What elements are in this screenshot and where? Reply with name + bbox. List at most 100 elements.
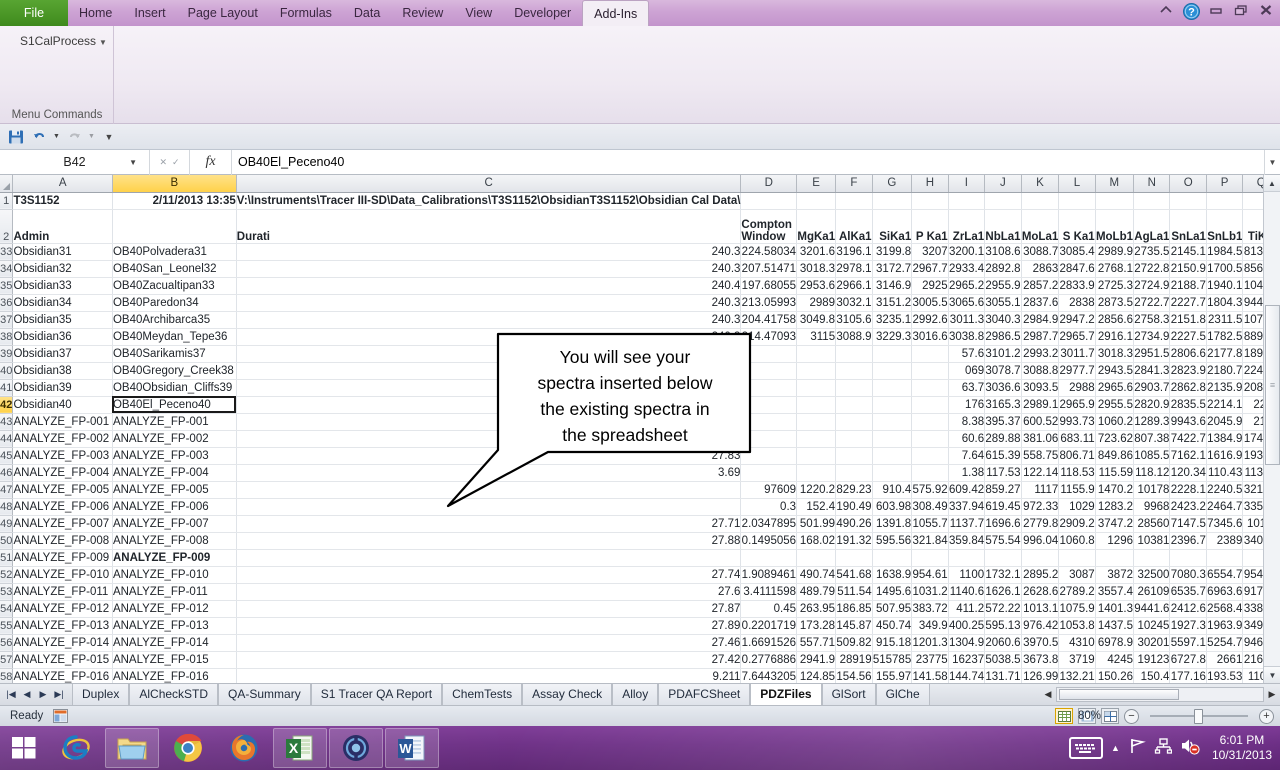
cell-M39[interactable]: 3018.3	[1095, 345, 1133, 362]
cell-P44[interactable]: 1384.9	[1206, 430, 1242, 447]
cell-A37[interactable]: Obsidian35	[13, 311, 112, 328]
cell-F50[interactable]: 191.32	[836, 532, 873, 549]
cell-D35[interactable]: 197.68055	[741, 277, 797, 294]
row-header-36[interactable]: 36	[0, 294, 13, 311]
cell-G46[interactable]	[872, 464, 912, 481]
cell-E55[interactable]: 173.28	[797, 617, 836, 634]
cell-E50[interactable]: 168.02	[797, 532, 836, 549]
cell-H38[interactable]: 3016.6	[912, 328, 948, 345]
cell-I55[interactable]: 400.25	[948, 617, 984, 634]
cell-E57[interactable]: 2941.9	[797, 651, 836, 668]
cell-H1[interactable]	[912, 192, 948, 209]
row-header-1[interactable]: 1	[0, 192, 13, 209]
cell-M48[interactable]: 1283.2	[1095, 498, 1133, 515]
cell-N37[interactable]: 2758.3	[1134, 311, 1170, 328]
cell-M55[interactable]: 1437.5	[1095, 617, 1133, 634]
cell-K55[interactable]: 976.42	[1021, 617, 1059, 634]
sheet-tab-alcheckstd[interactable]: AlCheckSTD	[129, 684, 218, 705]
cell-K45[interactable]: 558.75	[1021, 447, 1059, 464]
cell-O42[interactable]: 2835.5	[1170, 396, 1206, 413]
cell-L57[interactable]: 3719	[1059, 651, 1095, 668]
cell-A41[interactable]: Obsidian39	[13, 379, 112, 396]
cell-C54[interactable]: 27.87	[236, 600, 741, 617]
normal-view-icon[interactable]	[1055, 708, 1073, 724]
cell-J46[interactable]: 117.53	[985, 464, 1021, 481]
cell-I44[interactable]: 60.6	[948, 430, 984, 447]
cell-P46[interactable]: 110.43	[1206, 464, 1242, 481]
tab-home[interactable]: Home	[68, 0, 123, 26]
cell-J49[interactable]: 1696.6	[985, 515, 1021, 532]
cell-H47[interactable]: 575.92	[912, 481, 948, 498]
cell-M2[interactable]: MoLb1	[1095, 209, 1133, 243]
cell-L37[interactable]: 2947.2	[1059, 311, 1095, 328]
cell-I57[interactable]: 16237	[948, 651, 984, 668]
cell-L58[interactable]: 132.21	[1059, 668, 1095, 683]
cell-E33[interactable]: 3201.6	[797, 243, 836, 260]
column-header-p[interactable]: P	[1206, 175, 1242, 192]
zoom-out-button[interactable]: −	[1124, 709, 1139, 724]
cell-C58[interactable]: 9.211	[236, 668, 741, 683]
cell-B53[interactable]: ANALYZE_FP-011	[112, 583, 236, 600]
cell-N46[interactable]: 118.12	[1134, 464, 1170, 481]
cell-M33[interactable]: 2989.9	[1095, 243, 1133, 260]
cell-M43[interactable]: 1060.2	[1095, 413, 1133, 430]
cell-C35[interactable]: 240.4	[236, 277, 741, 294]
cell-C48[interactable]	[236, 498, 741, 515]
cell-J58[interactable]: 131.71	[985, 668, 1021, 683]
name-box[interactable]: B42 ▼	[0, 150, 150, 175]
cell-G45[interactable]	[872, 447, 912, 464]
cell-K46[interactable]: 122.14	[1021, 464, 1059, 481]
hscroll-left-icon[interactable]: ◀	[1040, 686, 1056, 702]
cell-B36[interactable]: OB40Paredon34	[112, 294, 236, 311]
cell-G35[interactable]: 3146.9	[872, 277, 912, 294]
cell-P58[interactable]: 193.53	[1206, 668, 1242, 683]
cell-E58[interactable]: 124.85	[797, 668, 836, 683]
cell-N53[interactable]: 26109	[1134, 583, 1170, 600]
cell-N33[interactable]: 2735.5	[1134, 243, 1170, 260]
cell-H2[interactable]: P Ka1	[912, 209, 948, 243]
row-header-55[interactable]: 55	[0, 617, 13, 634]
cell-I42[interactable]: 176	[948, 396, 984, 413]
cell-L38[interactable]: 2965.7	[1059, 328, 1095, 345]
cell-B48[interactable]: ANALYZE_FP-006	[112, 498, 236, 515]
cell-I52[interactable]: 1100	[948, 566, 984, 583]
ribbon-collapse-icon[interactable]	[1158, 3, 1176, 20]
cell-A42[interactable]: Obsidian40	[13, 396, 112, 413]
row-header-46[interactable]: 46	[0, 464, 13, 481]
tab-page-layout[interactable]: Page Layout	[177, 0, 269, 26]
cell-B49[interactable]: ANALYZE_FP-007	[112, 515, 236, 532]
cell-N49[interactable]: 28560	[1134, 515, 1170, 532]
cell-I49[interactable]: 1137.7	[948, 515, 984, 532]
cell-L33[interactable]: 3085.4	[1059, 243, 1095, 260]
sheet-tab-duplex[interactable]: Duplex	[72, 684, 129, 705]
cell-N38[interactable]: 2734.9	[1134, 328, 1170, 345]
column-header-e[interactable]: E	[797, 175, 836, 192]
column-header-c[interactable]: C	[236, 175, 741, 192]
cell-B35[interactable]: OB40Zacualtipan33	[112, 277, 236, 294]
cell-G42[interactable]	[872, 396, 912, 413]
cell-F42[interactable]	[836, 396, 873, 413]
cell-B47[interactable]: ANALYZE_FP-005	[112, 481, 236, 498]
cell-J36[interactable]: 3055.1	[985, 294, 1021, 311]
sheet-tab-assay-check[interactable]: Assay Check	[522, 684, 612, 705]
cell-F44[interactable]	[836, 430, 873, 447]
cell-O48[interactable]: 2423.2	[1170, 498, 1206, 515]
cell-P37[interactable]: 2311.5	[1206, 311, 1242, 328]
sheet-tab-glsort[interactable]: GlSort	[822, 684, 876, 705]
cell-C1[interactable]: V:\Instruments\Tracer III-SD\Data_Calibr…	[236, 192, 741, 209]
scroll-down-icon[interactable]: ▼	[1264, 666, 1280, 683]
cell-K1[interactable]	[1021, 192, 1059, 209]
formula-input[interactable]: OB40El_Peceno40	[232, 150, 1264, 175]
cell-F41[interactable]	[836, 379, 873, 396]
cell-E46[interactable]	[797, 464, 836, 481]
cell-K33[interactable]: 3088.7	[1021, 243, 1059, 260]
cell-H34[interactable]: 2967.7	[912, 260, 948, 277]
cell-B50[interactable]: ANALYZE_FP-008	[112, 532, 236, 549]
table-row[interactable]: 57ANALYZE_FP-015ANALYZE_FP-01527.420.277…	[0, 651, 1280, 668]
cell-G52[interactable]: 1638.9	[872, 566, 912, 583]
cell-M42[interactable]: 2955.5	[1095, 396, 1133, 413]
cell-K48[interactable]: 972.33	[1021, 498, 1059, 515]
table-row[interactable]: 52ANALYZE_FP-010ANALYZE_FP-01027.741.908…	[0, 566, 1280, 583]
cell-N2[interactable]: AgLa1	[1134, 209, 1170, 243]
cell-P47[interactable]: 2240.5	[1206, 481, 1242, 498]
